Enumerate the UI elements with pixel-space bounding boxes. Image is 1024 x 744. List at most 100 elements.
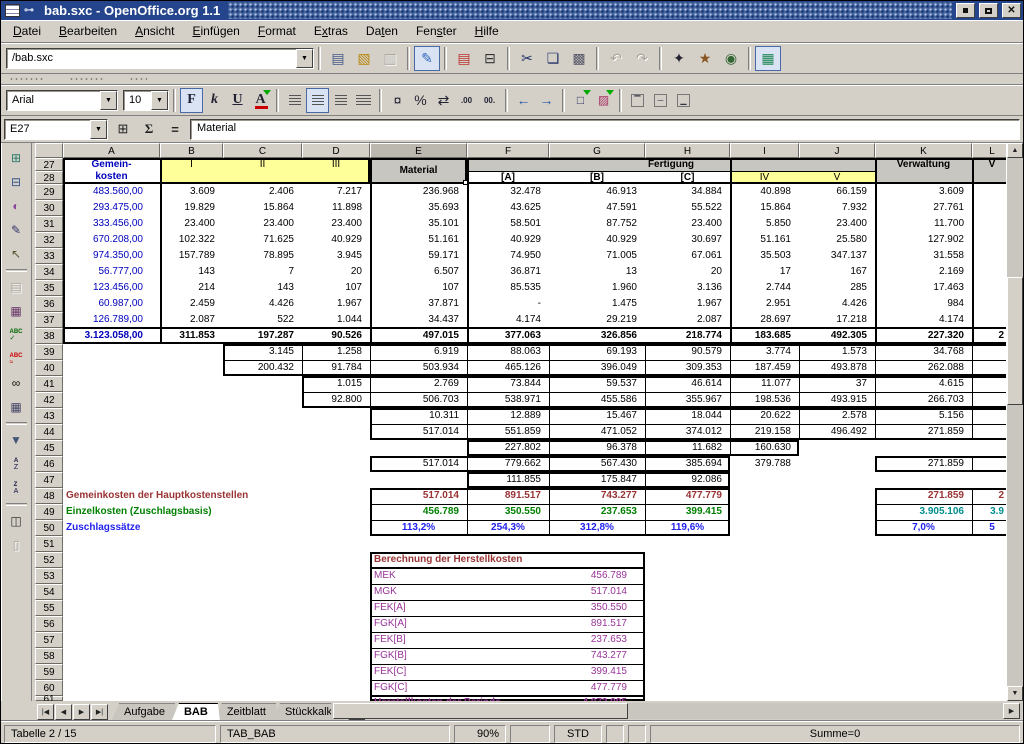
cell-H42[interactable]: 355.967 [646,392,729,408]
cell-G33[interactable]: 71.005 [550,248,644,264]
cell-E32[interactable]: 51.161 [371,232,466,248]
row-header-59[interactable]: 59 [35,664,63,680]
cell-B29[interactable]: 3.609 [161,184,222,200]
cell-C39[interactable]: 3.145 [224,344,301,360]
cell-E36[interactable]: 37.871 [371,296,466,312]
row-header-29[interactable]: 29 [35,184,63,200]
align-justify-button[interactable] [352,88,375,113]
cell-I39[interactable]: 3.774 [731,344,798,360]
cell-D35[interactable]: 107 [303,280,369,296]
first-sheet-button[interactable]: |◀ [37,704,54,720]
cell-D42[interactable]: 92.800 [303,392,369,408]
auto-spellcheck-button[interactable]: ABC≈ [4,347,29,371]
cell-A31[interactable]: 333.456,00 [64,216,159,232]
cell-J37[interactable]: 17.218 [800,312,874,328]
name-box-dropdown-icon[interactable]: ▼ [90,120,107,139]
cell-K48[interactable]: 271.859 [876,488,971,504]
horizontal-scroll-thumb[interactable] [333,703,628,719]
cell-J31[interactable]: 23.400 [800,216,874,232]
find-replace-button[interactable]: ∞ [4,371,29,395]
cell-E40[interactable]: 503.934 [371,360,466,376]
function-wizard-button[interactable]: ⊞ [112,119,134,140]
cell-E50[interactable]: 113,2% [371,520,466,536]
autopilot-button[interactable]: ★ [692,46,718,71]
cell-F29[interactable]: 32.478 [468,184,548,200]
row-header-45[interactable]: 45 [35,440,63,456]
row-header-33[interactable]: 33 [35,248,63,264]
row-header-32[interactable]: 32 [35,232,63,248]
font-size-combo[interactable]: 10 ▼ [123,90,169,111]
cell-I36[interactable]: 2.951 [731,296,798,312]
cell-G38[interactable]: 326.856 [550,328,644,344]
row-header-37[interactable]: 37 [35,312,63,328]
cell-E43[interactable]: 10.311 [371,408,466,424]
cell-B33[interactable]: 157.789 [161,248,222,264]
hyperlink-button[interactable]: ◉ [718,46,744,71]
selection-handle[interactable] [463,180,468,185]
print-button[interactable]: ⊟ [477,46,503,71]
cell-D37[interactable]: 1.044 [303,312,369,328]
cell-L38[interactable]: 2 [973,328,1007,344]
row-header-27[interactable]: 27 [35,158,63,171]
cell-F30[interactable]: 43.625 [468,200,548,216]
cell-K30[interactable]: 27.761 [876,200,971,216]
row-header-56[interactable]: 56 [35,616,63,632]
cell-E35[interactable]: 107 [371,280,466,296]
cell-F39[interactable]: 88.063 [468,344,548,360]
cell-K31[interactable]: 11.700 [876,216,971,232]
cell-I38[interactable]: 183.685 [731,328,798,344]
cell-H38[interactable]: 218.774 [646,328,729,344]
draw-functions-button[interactable]: ✎ [4,218,29,242]
row-header-39[interactable]: 39 [35,344,63,360]
cell-G49[interactable]: 237.653 [550,504,644,520]
column-header-C[interactable]: C [223,143,302,158]
font-name-combo[interactable]: Arial ▼ [6,90,118,111]
spellcheck-button[interactable]: ABC✓ [4,323,29,347]
cell-I44[interactable]: 219.158 [731,424,798,440]
cell-I35[interactable]: 2.744 [731,280,798,296]
cell-K40[interactable]: 262.088 [876,360,971,376]
cell-G46[interactable]: 567.430 [550,456,644,472]
cell-A29[interactable]: 483.560,00 [64,184,159,200]
cell-F41[interactable]: 73.844 [468,376,548,392]
cell-B34[interactable]: 143 [161,264,222,280]
cell-E33[interactable]: 59.171 [371,248,466,264]
row-header-49[interactable]: 49 [35,504,63,520]
cell-H45[interactable]: 11.682 [646,440,729,456]
row-header-35[interactable]: 35 [35,280,63,296]
cell-H33[interactable]: 67.061 [646,248,729,264]
menu-fenster[interactable]: Fenster [407,21,466,41]
cell-G50[interactable]: 312,8% [550,520,644,536]
cell-B32[interactable]: 102.322 [161,232,222,248]
cell-F35[interactable]: 85.535 [468,280,548,296]
insert-cells-button[interactable]: ⊟ [4,170,29,194]
cell-E46[interactable]: 517.014 [371,456,466,472]
next-sheet-button[interactable]: ▶ [73,704,90,720]
cell-J42[interactable]: 493.915 [800,392,874,408]
row-header-54[interactable]: 54 [35,584,63,600]
cell-D40[interactable]: 91.784 [303,360,369,376]
vertical-scrollbar[interactable]: ▲ ▼ [1006,143,1023,701]
cell-J38[interactable]: 492.305 [800,328,874,344]
align-middle-button[interactable]: ─ [649,88,672,113]
row-header-44[interactable]: 44 [35,424,63,440]
cell-D32[interactable]: 40.929 [303,232,369,248]
cell-F50[interactable]: 254,3% [468,520,548,536]
cell-I31[interactable]: 5.850 [731,216,798,232]
cell-H37[interactable]: 2.087 [646,312,729,328]
cell-D39[interactable]: 1.258 [303,344,369,360]
cell-K37[interactable]: 4.174 [876,312,971,328]
cell-A35[interactable]: 123.456,00 [64,280,159,296]
cell-C30[interactable]: 15.864 [224,200,301,216]
cell-K33[interactable]: 31.558 [876,248,971,264]
column-header-J[interactable]: J [799,143,875,158]
borders-button[interactable]: □ [569,88,592,113]
cell-I41[interactable]: 11.077 [731,376,798,392]
cell-selection-outline[interactable] [370,158,467,184]
cell-I46[interactable]: 379.788 [731,456,798,472]
toolbar-handle[interactable] [9,77,43,81]
menu-datei[interactable]: Datei [4,21,50,41]
column-header-G[interactable]: G [549,143,645,158]
url-dropdown-icon[interactable]: ▼ [296,49,313,68]
column-header-K[interactable]: K [875,143,972,158]
